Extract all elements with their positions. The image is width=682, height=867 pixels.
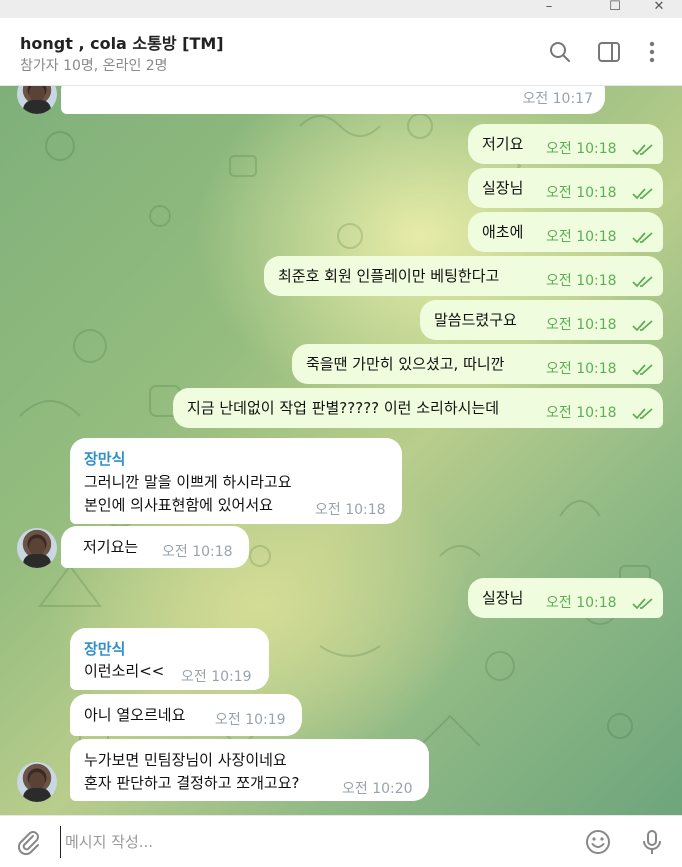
- message-time: 오전 10:18: [546, 405, 617, 421]
- message-time: 오전 10:18: [546, 595, 617, 611]
- double-check-icon: [632, 276, 653, 288]
- message-time: 오전 10:18: [546, 361, 617, 377]
- message-time: 오전 10:18: [546, 317, 617, 333]
- double-check-icon: [632, 598, 653, 610]
- message-time: 오전 10:18: [546, 273, 617, 289]
- message-time: 오전 10:18: [315, 502, 386, 518]
- message-text: 애초에: [482, 223, 524, 241]
- emoji-icon[interactable]: [584, 828, 612, 856]
- message-text: 저기요: [482, 135, 524, 153]
- attach-paperclip-icon[interactable]: [14, 828, 42, 856]
- message-time: 오전 10:18: [162, 544, 233, 560]
- message-bubble-outgoing: 지금 난데없이 작업 판별????? 이런 소리하시는데 오전 10:18: [173, 388, 663, 428]
- message-text: 실장님: [482, 589, 524, 607]
- message-bubble-incoming: 장만식 이런소리<< 오전 10:19: [70, 628, 269, 690]
- message-text: 지금 난데없이 작업 판별????? 이런 소리하시는데: [187, 399, 500, 417]
- double-check-icon: [632, 320, 653, 332]
- sidebar-toggle-icon[interactable]: [597, 40, 621, 64]
- message-text: 최준호 회원 인플레이만 베팅한다고: [278, 267, 500, 285]
- chat-title[interactable]: hongt , cola 소통방 [TM]: [20, 30, 224, 54]
- avatar[interactable]: [17, 762, 57, 802]
- message-time: 오전 10:18: [546, 185, 617, 201]
- avatar[interactable]: [17, 528, 57, 568]
- close-button[interactable]: ✕: [644, 0, 674, 18]
- double-check-icon: [632, 188, 653, 200]
- message-text: 혼자 판단하고 결정하고 쪼개고요?: [84, 774, 300, 792]
- double-check-icon: [632, 232, 653, 244]
- search-icon[interactable]: [548, 40, 572, 64]
- message-text: 본인에 의사표현함에 있어서요: [84, 496, 273, 514]
- sender-name[interactable]: 장만식: [84, 448, 125, 470]
- message-text: 누가보면 민팀장님이 사장이네요: [84, 751, 287, 769]
- message-text: 아니 열오르네요: [84, 706, 186, 724]
- chat-header: hongt , cola 소통방 [TM] 참가자 10명, 온라인 2명: [0, 18, 682, 86]
- double-check-icon: [632, 408, 653, 420]
- message-bubble-outgoing: 실장님 오전 10:18: [468, 578, 663, 618]
- message-bubble-incoming: 장만식 그러니깐 말을 이쁘게 하시라고요 본인에 의사표현함에 있어서요 오전…: [70, 438, 402, 524]
- message-bubble-incoming: 저기요는 오전 10:18: [61, 526, 249, 568]
- message-bubble-outgoing: 죽을땐 가만히 있으셨고, 따니깐 오전 10:18: [292, 344, 663, 384]
- message-bubble-outgoing: 최준호 회원 인플레이만 베팅한다고 오전 10:18: [264, 256, 663, 296]
- message-composer: [0, 815, 682, 867]
- double-check-icon: [632, 144, 653, 156]
- message-bubble-incoming: 누가보면 민팀장님이 사장이네요 혼자 판단하고 결정하고 쪼개고요? 오전 1…: [70, 739, 429, 801]
- message-time: 오전 10:20: [342, 781, 413, 797]
- message-bubble-incoming: 오전 10:17: [61, 86, 605, 114]
- message-text: 저기요는: [83, 538, 139, 556]
- more-menu-icon[interactable]: [640, 40, 664, 64]
- message-input[interactable]: [60, 826, 567, 858]
- message-bubble-outgoing: 애초에 오전 10:18: [468, 212, 663, 252]
- message-text: 그러니깐 말을 이쁘게 하시라고요: [84, 473, 292, 491]
- sender-name[interactable]: 장만식: [84, 638, 125, 660]
- message-text: 이런소리<<: [84, 662, 165, 680]
- minimize-button[interactable]: –: [534, 0, 564, 18]
- message-time: 오전 10:17: [522, 91, 593, 107]
- message-text: 죽을땐 가만히 있으셨고, 따니깐: [306, 355, 505, 373]
- message-time: 오전 10:19: [215, 712, 286, 728]
- chat-messages-area[interactable]: 오전 10:17 저기요 오전 10:18 실장님 오전 10:18 애초에 오…: [0, 86, 682, 815]
- message-bubble-outgoing: 말씀드렸구요 오전 10:18: [420, 300, 663, 340]
- message-time: 오전 10:18: [546, 141, 617, 157]
- message-text: 실장님: [482, 179, 524, 197]
- message-bubble-incoming: 아니 열오르네요 오전 10:19: [70, 694, 302, 736]
- window-titlebar: – ☐ ✕: [0, 0, 682, 18]
- message-bubble-outgoing: 실장님 오전 10:18: [468, 168, 663, 208]
- message-text: 말씀드렸구요: [434, 311, 517, 329]
- chat-subtitle: 참가자 10명, 온라인 2명: [20, 58, 168, 74]
- message-time: 오전 10:18: [546, 229, 617, 245]
- message-time: 오전 10:19: [181, 669, 252, 685]
- microphone-icon[interactable]: [638, 828, 666, 856]
- double-check-icon: [632, 364, 653, 376]
- message-bubble-outgoing: 저기요 오전 10:18: [468, 124, 663, 164]
- maximize-button[interactable]: ☐: [600, 0, 630, 18]
